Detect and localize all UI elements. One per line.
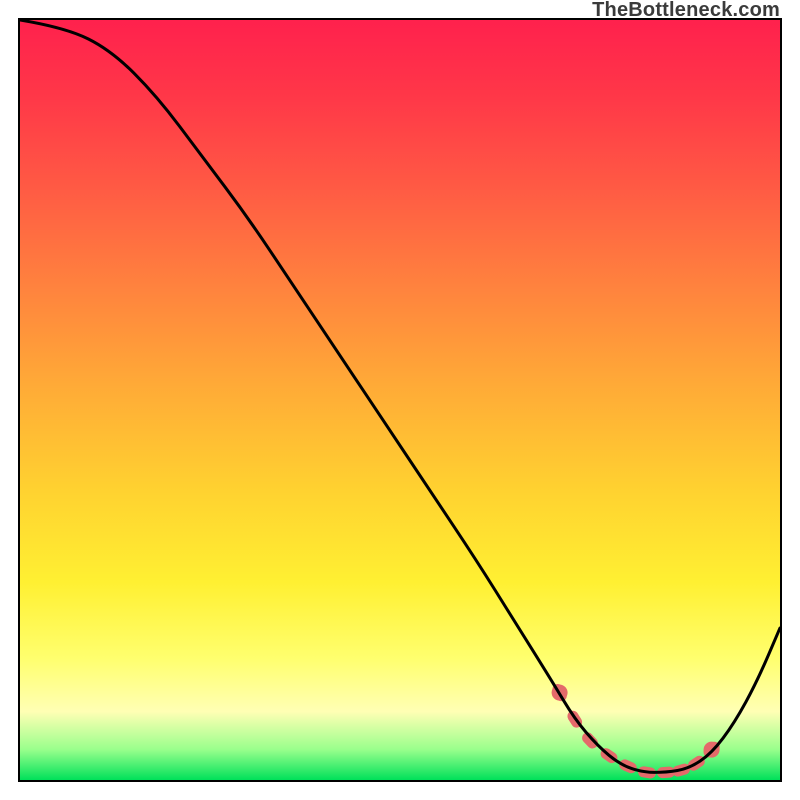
chart-frame: TheBottleneck.com — [0, 0, 800, 800]
chart-overlay-svg — [20, 20, 780, 780]
highlight-marker — [580, 730, 600, 751]
bottleneck-curve-line — [20, 20, 780, 772]
plot-area — [18, 18, 782, 782]
